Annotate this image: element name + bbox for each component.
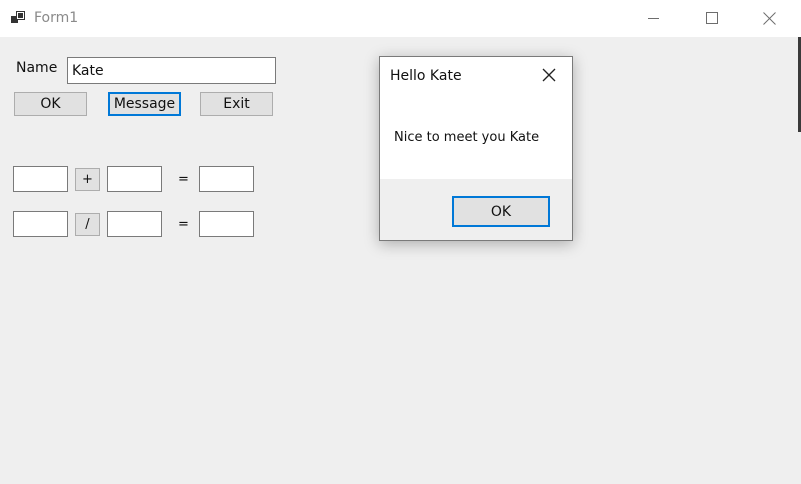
message-button-label: Message (113, 96, 176, 112)
window-title: Form1 (34, 10, 79, 26)
dialog-title: Hello Kate (390, 68, 462, 84)
close-icon (763, 12, 776, 25)
divide-operator-label: / (85, 217, 90, 232)
ok-button[interactable]: OK (14, 92, 87, 116)
ok-button-label: OK (40, 96, 61, 112)
div-left-input[interactable] (13, 211, 68, 237)
name-input[interactable] (67, 57, 276, 84)
divide-button[interactable]: / (75, 213, 100, 236)
dialog-close-button[interactable] (542, 68, 558, 84)
message-button[interactable]: Message (108, 92, 181, 116)
div-right-input[interactable] (107, 211, 162, 237)
exit-button-label: Exit (223, 96, 250, 112)
exit-button[interactable]: Exit (200, 92, 273, 116)
add-result-input[interactable] (199, 166, 254, 192)
add-button[interactable]: + (75, 168, 100, 191)
add-left-input[interactable] (13, 166, 68, 192)
dialog-message: Nice to meet you Kate (394, 130, 540, 145)
equals-label-1: = (178, 172, 189, 187)
message-dialog: Hello Kate Nice to meet you Kate OK (379, 56, 573, 241)
close-icon (542, 68, 556, 82)
dialog-ok-label: OK (490, 203, 512, 220)
dialog-ok-button[interactable]: OK (452, 196, 550, 227)
equals-label-2: = (178, 217, 189, 232)
maximize-button[interactable] (689, 0, 735, 37)
add-right-input[interactable] (107, 166, 162, 192)
windows-form-icon (11, 11, 27, 25)
add-operator-label: + (82, 172, 93, 187)
div-result-input[interactable] (199, 211, 254, 237)
title-bar: Form1 (0, 0, 801, 37)
minimize-button[interactable] (632, 0, 678, 37)
dialog-footer: OK (380, 179, 572, 240)
close-button[interactable] (746, 0, 792, 37)
name-label: Name (16, 60, 58, 76)
